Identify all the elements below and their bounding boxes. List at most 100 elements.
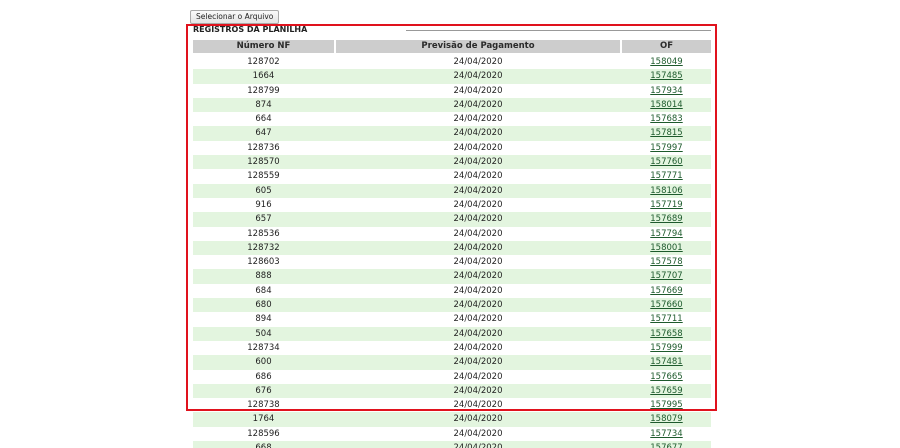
table-row: 676 24/04/2020 157659: [193, 383, 711, 399]
of-link[interactable]: 157719: [650, 200, 682, 210]
cell-of: 157711: [622, 312, 711, 326]
header-numero-nf[interactable]: Número NF: [193, 40, 334, 53]
cell-previsao-pagamento: 24/04/2020: [453, 314, 503, 325]
cell-of: 157999: [622, 341, 711, 355]
table-row: 874 24/04/2020 158014: [193, 97, 711, 113]
table-row: 664 24/04/2020 157683: [193, 112, 711, 127]
cell-of: 157578: [622, 255, 711, 269]
cell-of: 157683: [622, 112, 711, 126]
cell-numero-nf: 894: [255, 314, 272, 325]
cell-previsao-pagamento: 24/04/2020: [453, 242, 503, 253]
cell-of: 157794: [622, 227, 711, 241]
of-link[interactable]: 157997: [650, 143, 682, 153]
cell-numero-nf: 686: [255, 371, 272, 382]
of-link[interactable]: 157485: [650, 71, 682, 81]
table-row: 916 24/04/2020 157719: [193, 197, 711, 213]
cell-numero-nf: 504: [255, 328, 272, 339]
cell-previsao-pagamento: 24/04/2020: [453, 385, 503, 396]
cell-previsao-pagamento: 24/04/2020: [453, 342, 503, 353]
cell-of: 157485: [622, 69, 711, 83]
table-row: 684 24/04/2020 157669: [193, 283, 711, 299]
of-link[interactable]: 157677: [650, 443, 682, 448]
of-link[interactable]: 158001: [650, 243, 682, 253]
table-row: 888 24/04/2020 157707: [193, 269, 711, 284]
section-title: REGISTROS DA PLANILHA: [193, 25, 308, 34]
cell-numero-nf: 128736: [247, 142, 280, 153]
title-divider: [406, 30, 711, 31]
cell-numero-nf: 657: [255, 214, 272, 225]
cell-previsao-pagamento: 24/04/2020: [453, 128, 503, 139]
of-link[interactable]: 157999: [650, 343, 682, 353]
of-link[interactable]: 158014: [650, 100, 682, 110]
cell-previsao-pagamento: 24/04/2020: [453, 142, 503, 153]
cell-of: 157771: [622, 169, 711, 183]
cell-of: 157734: [622, 427, 711, 441]
table-row: 128559 24/04/2020 157771: [193, 169, 711, 184]
table-row: 128734 24/04/2020 157999: [193, 340, 711, 356]
table-header: Número NF Previsão de Pagamento OF: [193, 40, 711, 53]
cell-previsao-pagamento: 24/04/2020: [453, 271, 503, 282]
of-link[interactable]: 157689: [650, 214, 682, 224]
cell-numero-nf: 600: [255, 357, 272, 368]
cell-of: 157658: [622, 327, 711, 341]
cell-previsao-pagamento: 24/04/2020: [453, 85, 503, 96]
cell-numero-nf: 128603: [247, 257, 280, 268]
cell-of: 157707: [622, 269, 711, 283]
of-link[interactable]: 157683: [650, 114, 682, 124]
cell-previsao-pagamento: 24/04/2020: [453, 114, 503, 125]
cell-of: 157760: [622, 155, 711, 169]
cell-previsao-pagamento: 24/04/2020: [453, 185, 503, 196]
table-row: 128736 24/04/2020 157997: [193, 140, 711, 156]
cell-previsao-pagamento: 24/04/2020: [453, 285, 503, 296]
cell-of: 157934: [622, 84, 711, 98]
of-link[interactable]: 158079: [650, 414, 682, 424]
cell-numero-nf: 1664: [252, 71, 275, 82]
cell-previsao-pagamento: 24/04/2020: [453, 300, 503, 311]
cell-numero-nf: 605: [255, 185, 272, 196]
cell-previsao-pagamento: 24/04/2020: [453, 357, 503, 368]
cell-previsao-pagamento: 24/04/2020: [453, 57, 503, 67]
cell-previsao-pagamento: 24/04/2020: [453, 228, 503, 239]
of-link[interactable]: 157707: [650, 271, 682, 281]
of-link[interactable]: 158049: [650, 57, 682, 67]
of-link[interactable]: 157734: [650, 429, 682, 439]
of-link[interactable]: 157578: [650, 257, 682, 267]
of-link[interactable]: 157711: [650, 314, 682, 324]
cell-numero-nf: 874: [255, 99, 272, 110]
cell-numero-nf: 680: [255, 300, 272, 311]
of-link[interactable]: 157665: [650, 372, 682, 382]
cell-numero-nf: 676: [255, 385, 272, 396]
cell-numero-nf: 128559: [247, 171, 280, 182]
header-of[interactable]: OF: [622, 40, 711, 53]
of-link[interactable]: 157934: [650, 86, 682, 96]
cell-of: 158106: [622, 184, 711, 198]
of-link[interactable]: 157771: [650, 171, 682, 181]
table-row: 128799 24/04/2020 157934: [193, 83, 711, 98]
of-link[interactable]: 157794: [650, 229, 682, 239]
table-row: 600 24/04/2020 157481: [193, 355, 711, 370]
of-link[interactable]: 157658: [650, 329, 682, 339]
cell-of: 157481: [622, 355, 711, 369]
table-row: 504 24/04/2020 157658: [193, 326, 711, 341]
select-file-button[interactable]: Selecionar o Arquivo: [190, 10, 280, 24]
cell-of: 158014: [622, 98, 711, 112]
cell-previsao-pagamento: 24/04/2020: [453, 171, 503, 182]
of-link[interactable]: 157659: [650, 386, 682, 396]
cell-previsao-pagamento: 24/04/2020: [453, 371, 503, 382]
cell-previsao-pagamento: 24/04/2020: [453, 214, 503, 225]
cell-numero-nf: 888: [255, 271, 272, 282]
header-previsao-pagamento[interactable]: Previsão de Pagamento: [336, 40, 620, 53]
of-link[interactable]: 157760: [650, 157, 682, 167]
page: Selecionar o Arquivo REGISTROS DA PLANIL…: [0, 0, 900, 448]
of-link[interactable]: 158106: [650, 186, 682, 196]
cell-of: 157669: [622, 284, 711, 298]
of-link[interactable]: 157995: [650, 400, 682, 410]
of-link[interactable]: 157660: [650, 300, 682, 310]
of-link[interactable]: 157669: [650, 286, 682, 296]
table-row: 128596 24/04/2020 157734: [193, 426, 711, 442]
cell-previsao-pagamento: 24/04/2020: [453, 157, 503, 168]
of-link[interactable]: 157481: [650, 357, 682, 367]
of-link[interactable]: 157815: [650, 128, 682, 138]
cell-of: 158001: [622, 241, 711, 255]
cell-of: 157719: [622, 198, 711, 212]
